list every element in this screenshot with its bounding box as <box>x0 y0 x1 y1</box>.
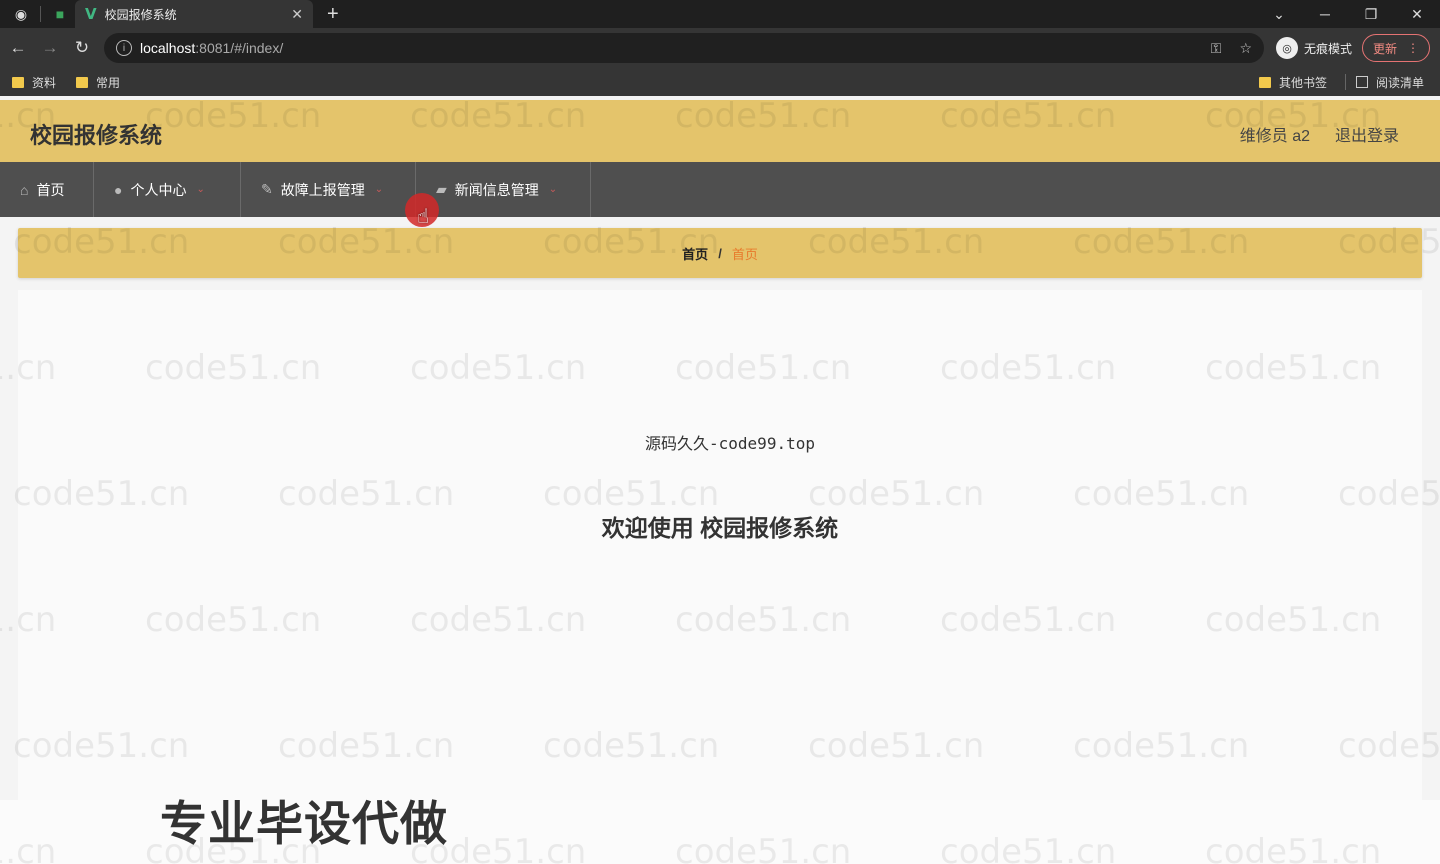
home-icon: ⌂ <box>20 181 29 198</box>
close-window-button[interactable]: ✕ <box>1394 6 1440 23</box>
tab-search-icon[interactable]: ⌄ <box>1256 6 1302 23</box>
app-page: 校园报修系统 维修员 a2 退出登录 ⌂ 首页 ● 个人中心 ⌄ ✎ 故障上报管… <box>0 100 1440 864</box>
app-brand: 校园报修系统 <box>30 123 163 148</box>
reading-list[interactable]: 阅读清单 <box>1355 74 1424 91</box>
notice-text: 源码久久-code99.top <box>645 434 815 453</box>
address-toolbar: ← → ↻ i localhost :8081/#/index/ ⚿ ☆ ◎ 无… <box>0 28 1440 68</box>
main-menu: ⌂ 首页 ● 个人中心 ⌄ ✎ 故障上报管理 ⌄ ▰ 新闻信息管理 ⌄ <box>0 162 1440 217</box>
more-menu-icon: ⋮ <box>1407 41 1420 55</box>
chevron-down-icon: ⌄ <box>196 184 205 195</box>
url-bar[interactable]: i localhost :8081/#/index/ ⚿ ☆ <box>104 33 1264 63</box>
bookmark-label: 资料 <box>32 75 57 90</box>
menu-label: 新闻信息管理 <box>454 181 539 198</box>
bookmark-folder-changyong[interactable]: 常用 <box>76 74 120 91</box>
folder-icon <box>1258 76 1271 88</box>
browser-app-icon[interactable]: ◉ <box>10 3 32 25</box>
chevron-down-icon: ⌄ <box>548 184 558 195</box>
hand-cursor-icon: ☝ <box>417 206 430 228</box>
menu-item-fault-report[interactable]: ✎ 故障上报管理 ⌄ <box>241 162 416 217</box>
reload-button[interactable]: ↻ <box>66 38 98 58</box>
breadcrumb-separator: / <box>718 245 722 261</box>
update-label: 更新 <box>1373 41 1398 56</box>
chevron-down-icon: ⌄ <box>374 184 384 195</box>
content-panel: 源码久久-code99.top 欢迎使用 校园报修系统 <box>18 290 1422 800</box>
tab-close-icon[interactable]: ✕ <box>291 6 303 23</box>
minimize-button[interactable]: ─ <box>1302 6 1348 22</box>
breadcrumb: 首页 / 首页 <box>18 228 1422 278</box>
menu-item-home[interactable]: ⌂ 首页 <box>0 162 94 217</box>
other-bookmarks[interactable]: 其他书签 <box>1258 74 1327 91</box>
bookmarks-right: 其他书签 阅读清单 <box>1247 68 1432 96</box>
pinned-tab-icon[interactable]: ■ <box>49 3 71 25</box>
folder-icon <box>12 76 24 88</box>
url-host: localhost <box>140 40 196 56</box>
incognito-indicator[interactable]: ◎ 无痕模式 <box>1276 37 1352 59</box>
menu-label: 个人中心 <box>130 181 187 198</box>
logout-link[interactable]: 退出登录 <box>1335 122 1399 146</box>
app-header: 校园报修系统 维修员 a2 退出登录 <box>0 100 1440 162</box>
news-icon: ▰ <box>436 181 447 197</box>
site-info-icon[interactable]: i <box>116 40 132 56</box>
forward-button[interactable]: → <box>34 38 66 58</box>
menu-label: 首页 <box>36 181 65 198</box>
bookmark-folder-ziliao[interactable]: 资料 <box>12 74 56 91</box>
menu-label: 故障上报管理 <box>280 181 365 198</box>
tab-title: 校园报修系统 <box>104 7 177 22</box>
edit-icon: ✎ <box>261 181 273 197</box>
active-tab[interactable]: V 校园报修系统 ✕ <box>75 0 313 28</box>
other-bookmarks-label: 其他书签 <box>1278 75 1327 90</box>
menu-item-news[interactable]: ▰ 新闻信息管理 ⌄ <box>416 162 591 217</box>
current-user: 维修员 a2 <box>1239 128 1310 145</box>
breadcrumb-root[interactable]: 首页 <box>682 244 708 263</box>
folder-icon <box>76 76 89 88</box>
key-icon[interactable]: ⚿ <box>1211 40 1222 57</box>
welcome-heading: 欢迎使用 校园报修系统 <box>601 515 839 541</box>
reading-list-label: 阅读清单 <box>1375 75 1424 90</box>
window-controls: ⌄ ─ ❐ ✕ <box>1256 0 1440 28</box>
bookmark-label: 常用 <box>96 75 121 90</box>
restore-button[interactable]: ❐ <box>1348 6 1394 23</box>
user-icon: ● <box>114 181 123 198</box>
bookmark-star-icon[interactable]: ☆ <box>1239 40 1252 57</box>
tab-separator <box>40 6 41 22</box>
new-tab-button[interactable]: + <box>327 3 339 26</box>
promo-overlay-text: 专业毕设代做 <box>160 797 448 850</box>
menu-item-profile[interactable]: ● 个人中心 ⌄ <box>94 162 241 217</box>
incognito-label: 无痕模式 <box>1304 41 1353 56</box>
breadcrumb-current: 首页 <box>731 246 758 262</box>
update-button[interactable]: 更新 ⋮ <box>1362 34 1431 62</box>
bookmark-divider <box>1344 74 1346 90</box>
vue-logo-icon: V <box>85 5 97 23</box>
bookmarks-bar: 资料 常用 其他书签 阅读清单 <box>0 68 1440 96</box>
url-path: :8081/#/index/ <box>195 40 284 56</box>
browser-tab-strip: ◉ ■ V 校园报修系统 ✕ + ⌄ ─ ❐ ✕ <box>0 0 1440 28</box>
reading-list-icon <box>1355 76 1368 88</box>
incognito-icon: ◎ <box>1276 37 1298 59</box>
back-button[interactable]: ← <box>2 38 34 58</box>
